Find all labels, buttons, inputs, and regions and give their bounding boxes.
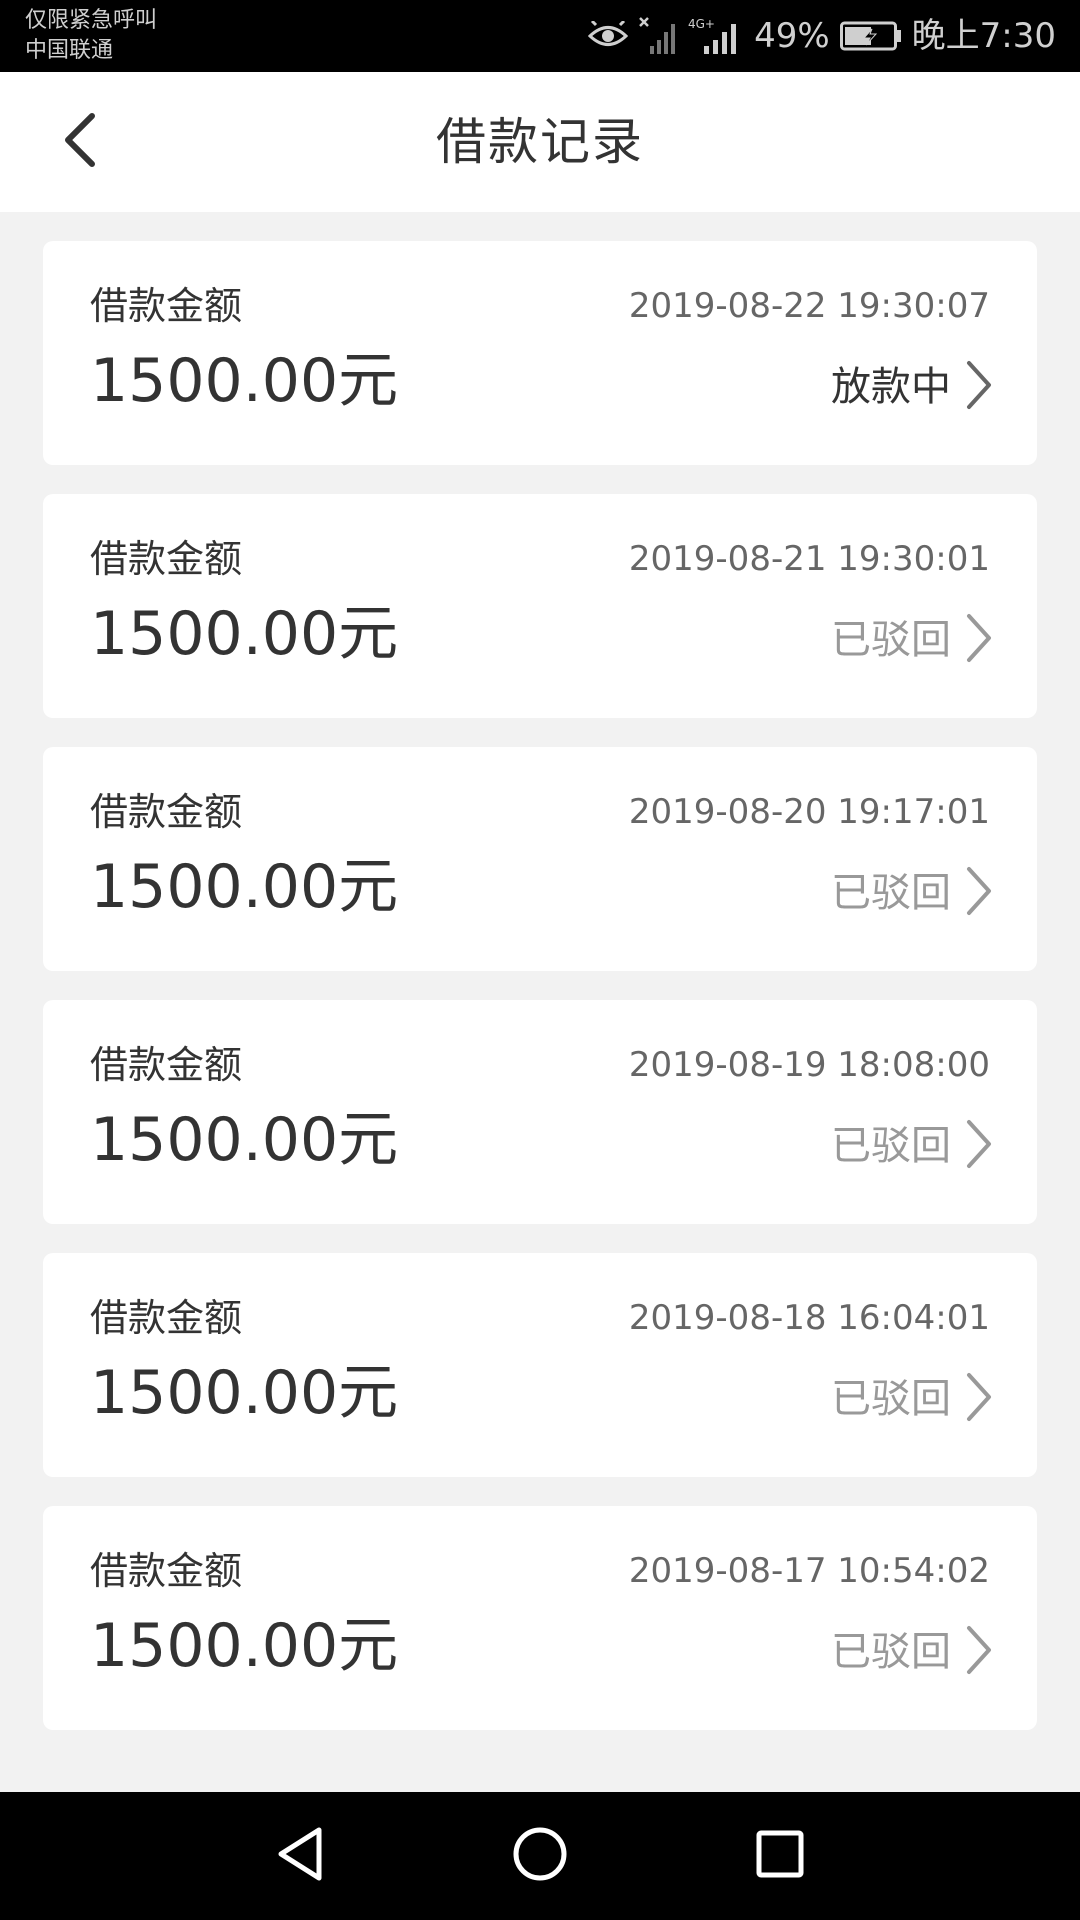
status-bar: 仅限紧急呼叫 中国联通 4G+ 49% 晚上7:30 (0, 0, 1080, 72)
amount-label: 借款金额 (90, 284, 243, 328)
clock: 晚上7:30 (911, 16, 1056, 56)
nav-back-button[interactable] (260, 1816, 340, 1896)
chevron-right-icon (965, 1371, 993, 1427)
loan-record-card[interactable]: 借款金额 1500.00元 2019-08-18 16:04:01 已驳回 (43, 1253, 1037, 1477)
carrier-line2: 中国联通 (25, 38, 114, 63)
back-button[interactable] (40, 102, 120, 182)
status-group: 已驳回 (831, 1371, 993, 1427)
loan-timestamp: 2019-08-21 19:30:01 (628, 539, 990, 579)
status-group: 已驳回 (831, 612, 993, 668)
loan-timestamp: 2019-08-17 10:54:02 (628, 1551, 990, 1591)
loan-timestamp: 2019-08-22 19:30:07 (628, 286, 990, 326)
chevron-right-icon (965, 612, 993, 668)
loan-record-list: 借款金额 1500.00元 2019-08-22 19:30:07 放款中 借款金额 15… (43, 241, 1037, 1759)
status-group: 已驳回 (831, 865, 993, 921)
system-nav-bar (0, 1792, 1080, 1920)
loan-amount: 1500.00元 (90, 852, 399, 922)
loan-amount: 1500.00元 (90, 1105, 399, 1175)
amount-label: 借款金额 (90, 790, 243, 834)
amount-label: 借款金额 (90, 1296, 243, 1340)
app-root: 仅限紧急呼叫 中国联通 4G+ 49% 晚上7:30 借款记录 借款金额 150… (0, 0, 1080, 1920)
signal-no-sim-icon (638, 16, 678, 56)
loan-record-card[interactable]: 借款金额 1500.00元 2019-08-22 19:30:07 放款中 (43, 241, 1037, 465)
chevron-right-icon (965, 865, 993, 921)
amount-label: 借款金额 (90, 1043, 243, 1087)
home-circle-icon (512, 1826, 568, 1886)
loan-amount: 1500.00元 (90, 1611, 399, 1681)
loan-status: 放款中 (831, 364, 951, 410)
loan-status: 已驳回 (831, 1629, 951, 1675)
battery-charging-icon (839, 21, 902, 51)
status-group: 已驳回 (831, 1624, 993, 1680)
loan-timestamp: 2019-08-18 16:04:01 (628, 1298, 990, 1338)
battery-percent: 49% (754, 16, 830, 56)
chevron-left-icon (60, 110, 100, 174)
status-group: 放款中 (831, 359, 993, 415)
loan-status: 已驳回 (831, 1376, 951, 1422)
carrier-line1: 仅限紧急呼叫 (25, 8, 158, 33)
page-title: 借款记录 (436, 113, 644, 171)
chevron-right-icon (965, 1118, 993, 1174)
chevron-right-icon (965, 1624, 993, 1680)
loan-amount: 1500.00元 (90, 599, 399, 669)
nav-recents-button[interactable] (740, 1816, 820, 1896)
loan-record-card[interactable]: 借款金额 1500.00元 2019-08-17 10:54:02 已驳回 (43, 1506, 1037, 1730)
signal-4g-icon: 4G+ (688, 16, 744, 56)
loan-amount: 1500.00元 (90, 1358, 399, 1428)
chevron-right-icon (965, 359, 993, 415)
loan-amount: 1500.00元 (90, 346, 399, 416)
loan-timestamp: 2019-08-20 19:17:01 (628, 792, 990, 832)
loan-record-card[interactable]: 借款金额 1500.00元 2019-08-21 19:30:01 已驳回 (43, 494, 1037, 718)
network-type-label: 4G+ (688, 17, 715, 31)
recents-square-icon (755, 1829, 805, 1883)
header-bar: 借款记录 (0, 72, 1080, 212)
status-group: 已驳回 (831, 1118, 993, 1174)
status-icons: 4G+ 49% 晚上7:30 (588, 0, 1056, 72)
amount-label: 借款金额 (90, 1549, 243, 1593)
nav-home-button[interactable] (500, 1816, 580, 1896)
loan-status: 已驳回 (831, 617, 951, 663)
loan-status: 已驳回 (831, 870, 951, 916)
loan-record-card[interactable]: 借款金额 1500.00元 2019-08-20 19:17:01 已驳回 (43, 747, 1037, 971)
carrier-info: 仅限紧急呼叫 中国联通 (25, 6, 157, 66)
back-triangle-icon (275, 1826, 325, 1886)
amount-label: 借款金额 (90, 537, 243, 581)
eye-icon (588, 21, 629, 51)
loan-status: 已驳回 (831, 1123, 951, 1169)
loan-record-card[interactable]: 借款金额 1500.00元 2019-08-19 18:08:00 已驳回 (43, 1000, 1037, 1224)
loan-timestamp: 2019-08-19 18:08:00 (628, 1045, 990, 1085)
